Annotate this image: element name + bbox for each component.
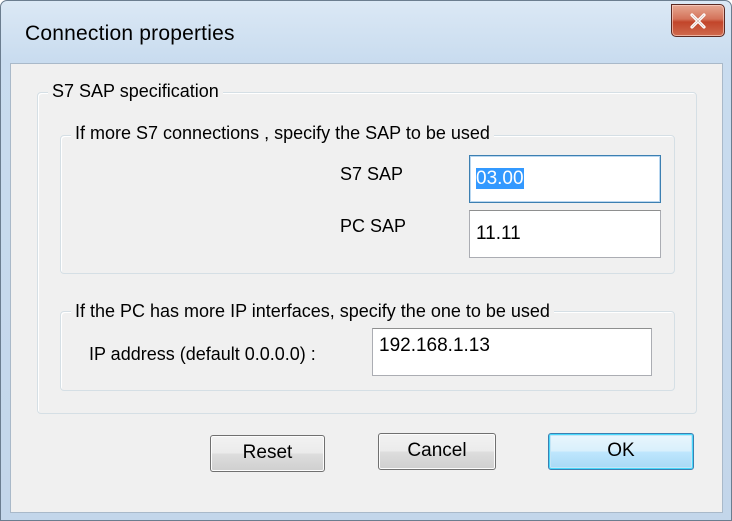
ip-address-label: IP address (default 0.0.0.0) : — [89, 344, 316, 364]
pc-sap-label: PC SAP — [340, 216, 407, 236]
ok-button[interactable]: OK — [548, 433, 694, 470]
close-button[interactable] — [671, 4, 725, 37]
title-bar[interactable]: Connection properties — [1, 1, 731, 63]
cancel-button[interactable]: Cancel — [378, 433, 496, 470]
window-title: Connection properties — [25, 22, 235, 45]
s7-sap-label: S7 SAP — [340, 164, 404, 184]
ip-interfaces-legend: If the PC has more IP interfaces, specif… — [71, 300, 554, 322]
pc-sap-value: 11.11 — [476, 223, 521, 244]
window-frame-bottom — [1, 513, 731, 520]
connection-properties-dialog: Connection properties S7 SAP specificati… — [0, 0, 732, 521]
s7-connections-legend: If more S7 connections , specify the SAP… — [71, 122, 494, 144]
s7-sap-value: 03.00 — [476, 168, 524, 189]
dialog-client-area: S7 SAP specification If more S7 connecti… — [10, 63, 723, 513]
reset-button[interactable]: Reset — [210, 435, 325, 472]
sap-specification-legend: S7 SAP specification — [48, 80, 223, 102]
s7-sap-input[interactable]: 03.00 — [469, 155, 661, 203]
close-icon — [690, 12, 706, 29]
pc-sap-input[interactable]: 11.11 — [469, 210, 661, 258]
ip-address-value: 192.168.1.13 — [379, 335, 490, 356]
ip-address-input[interactable]: 192.168.1.13 — [372, 328, 652, 376]
